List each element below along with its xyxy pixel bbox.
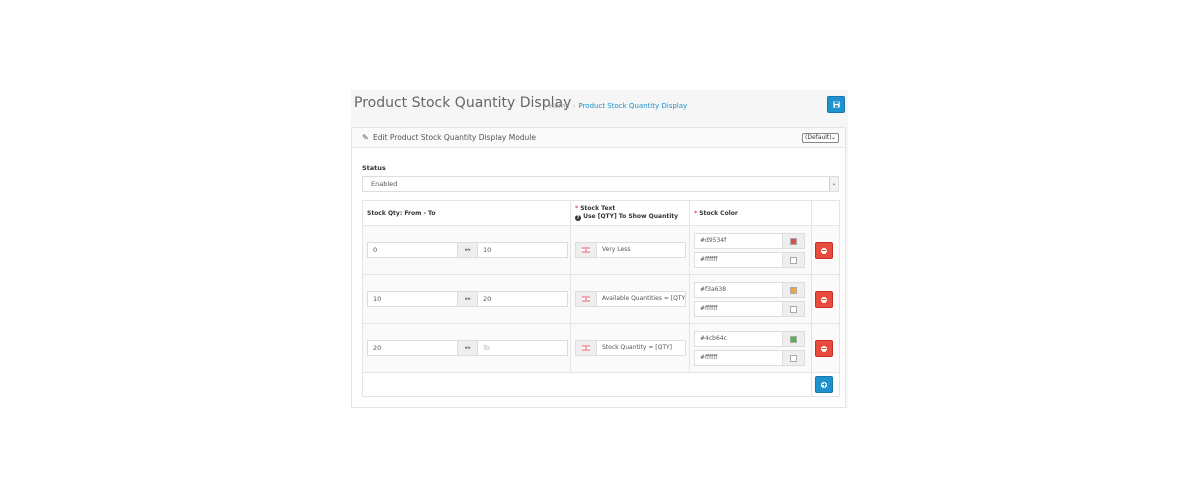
- status-label: Status: [362, 164, 386, 172]
- header-range-label: Stock Qty: From - To: [367, 209, 436, 217]
- bg-color-field: #ffffff: [694, 252, 805, 268]
- remove-row-button[interactable]: [815, 242, 833, 259]
- status-select[interactable]: Enabled ⌄: [362, 176, 839, 192]
- text-color-input[interactable]: #f3a638: [694, 282, 783, 298]
- color-swatch: [790, 354, 797, 362]
- qty-from-input[interactable]: 0: [367, 242, 458, 258]
- breadcrumb: Home › Product Stock Quantity Display: [549, 102, 687, 110]
- arrows-horizontal-icon: ↔: [458, 242, 477, 258]
- required-marker: *: [694, 209, 698, 217]
- bg-color-input[interactable]: #ffffff: [694, 301, 783, 317]
- stock-text-group: Available Quantities = [QTY]: [575, 291, 686, 307]
- required-marker: *: [575, 205, 579, 212]
- arrows-horizontal-icon: ↔: [458, 291, 477, 307]
- color-swatch: [790, 305, 797, 313]
- stock-text-input[interactable]: Very Less: [597, 242, 686, 258]
- stock-text-input[interactable]: Available Quantities = [QTY]: [597, 291, 686, 307]
- table-header-row: Stock Qty: From - To * Stock Text ? Use …: [362, 200, 840, 226]
- color-picker[interactable]: [783, 252, 805, 268]
- color-swatch: [790, 286, 797, 294]
- breadcrumb-separator: ›: [572, 102, 576, 110]
- table-row: 0 ↔ 10 Very Less #d9534f #ffffff: [362, 225, 840, 275]
- store-select[interactable]: (Default) ⌄: [802, 133, 839, 143]
- remove-row-button[interactable]: [815, 291, 833, 308]
- language-flag-icon: [575, 340, 597, 356]
- panel-title: Edit Product Stock Quantity Display Modu…: [373, 133, 537, 142]
- qty-range: 20 ↔ To: [367, 340, 568, 356]
- table-footer-row: [362, 372, 840, 397]
- qty-from-input[interactable]: 20: [367, 340, 458, 356]
- color-picker[interactable]: [783, 282, 805, 298]
- chevron-down-icon: ⌄: [830, 134, 836, 141]
- color-swatch: [790, 256, 797, 264]
- header-stock-color-label: Stock Color: [699, 209, 738, 217]
- status-value: Enabled: [371, 180, 398, 188]
- remove-row-button[interactable]: [815, 340, 833, 357]
- plus-circle-icon: [821, 381, 827, 388]
- text-color-field: #4cb64c: [694, 331, 805, 347]
- bg-color-field: #ffffff: [694, 301, 805, 317]
- table-row: 10 ↔ 20 Available Quantities = [QTY] #f3…: [362, 274, 840, 324]
- header-stock-text-label: Stock Text: [580, 205, 616, 212]
- header-stock-text-hint: ? Use [QTY] To Show Quantity: [575, 213, 689, 221]
- module-page: Product Stock Quantity Display Home › Prod…: [351, 90, 848, 408]
- text-color-field: #d9534f: [694, 233, 805, 249]
- color-swatch: [790, 335, 797, 343]
- question-circle-icon: ?: [575, 215, 581, 221]
- stock-text-input[interactable]: Stock Quantity = [QTY]: [597, 340, 686, 356]
- color-picker[interactable]: [783, 350, 805, 366]
- color-picker[interactable]: [783, 233, 805, 249]
- stock-text-group: Very Less: [575, 242, 686, 258]
- qty-range: 10 ↔ 20: [367, 291, 568, 307]
- qty-to-input[interactable]: To: [477, 340, 568, 356]
- qty-range: 0 ↔ 10: [367, 242, 568, 258]
- minus-circle-icon: [821, 247, 827, 254]
- text-color-input[interactable]: #4cb64c: [694, 331, 783, 347]
- stock-table: Stock Qty: From - To * Stock Text ? Use …: [362, 200, 840, 397]
- bg-color-input[interactable]: #ffffff: [694, 350, 783, 366]
- header-range: Stock Qty: From - To: [362, 200, 571, 226]
- color-picker[interactable]: [783, 301, 805, 317]
- header-stock-color: * Stock Color: [689, 200, 812, 226]
- hint-text: Use [QTY] To Show Quantity: [583, 213, 679, 220]
- table-row: 20 ↔ To Stock Quantity = [QTY] #4cb64c #…: [362, 323, 840, 373]
- footer-spacer: [362, 372, 812, 397]
- qty-to-input[interactable]: 10: [477, 242, 568, 258]
- header-stock-text: * Stock Text ? Use [QTY] To Show Quantit…: [570, 200, 690, 226]
- bg-color-field: #ffffff: [694, 350, 805, 366]
- minus-circle-icon: [821, 296, 827, 303]
- text-color-field: #f3a638: [694, 282, 805, 298]
- page-title: Product Stock Quantity Display: [354, 95, 572, 111]
- floppy-disk-icon: [832, 101, 840, 108]
- color-picker[interactable]: [783, 331, 805, 347]
- bg-color-input[interactable]: #ffffff: [694, 252, 783, 268]
- language-flag-icon: [575, 242, 597, 258]
- panel-heading: ✎ Edit Product Stock Quantity Display Mo…: [352, 128, 845, 148]
- arrows-horizontal-icon: ↔: [458, 340, 477, 356]
- breadcrumb-home[interactable]: Home: [549, 102, 570, 110]
- minus-circle-icon: [821, 345, 827, 352]
- stock-text-group: Stock Quantity = [QTY]: [575, 340, 686, 356]
- text-color-input[interactable]: #d9534f: [694, 233, 783, 249]
- language-flag-icon: [575, 291, 597, 307]
- pencil-icon: ✎: [362, 133, 369, 142]
- store-select-value: (Default): [805, 134, 832, 141]
- add-row-button[interactable]: [815, 376, 833, 393]
- save-button[interactable]: [827, 96, 845, 113]
- color-swatch: [790, 237, 797, 245]
- header-actions: [811, 200, 840, 226]
- qty-from-input[interactable]: 10: [367, 291, 458, 307]
- chevron-down-icon: ⌄: [829, 177, 838, 191]
- edit-panel: ✎ Edit Product Stock Quantity Display Mo…: [351, 127, 846, 408]
- breadcrumb-current[interactable]: Product Stock Quantity Display: [578, 102, 687, 110]
- qty-to-input[interactable]: 20: [477, 291, 568, 307]
